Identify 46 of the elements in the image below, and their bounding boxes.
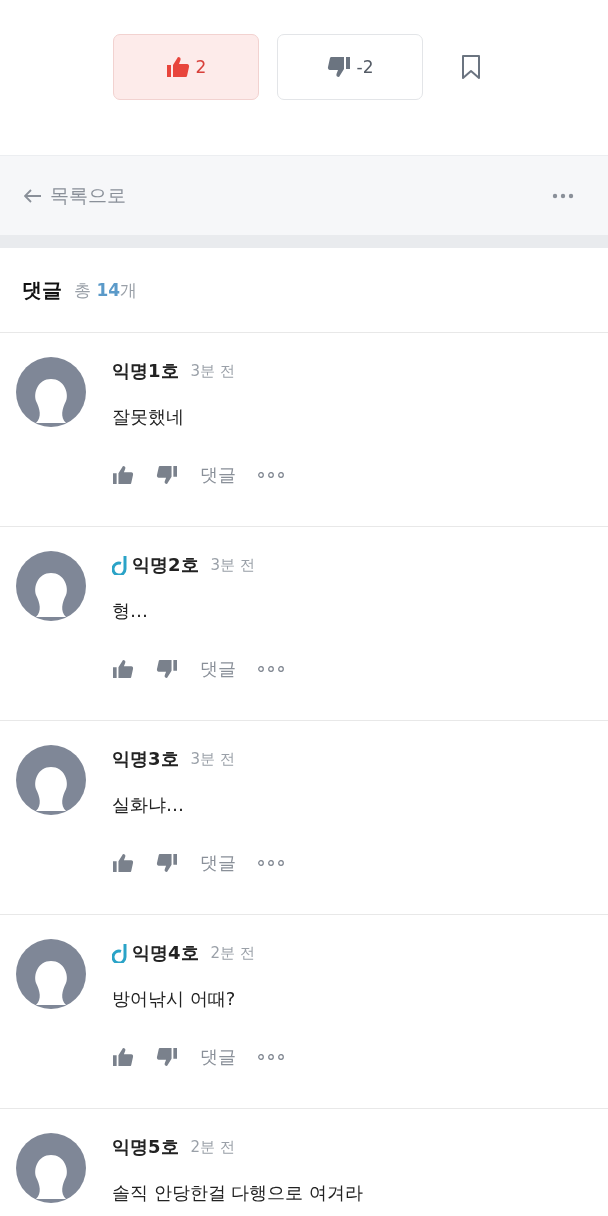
avatar-silhouette-icon xyxy=(16,939,86,1009)
comment-text: 형… xyxy=(112,599,149,623)
comment-time: 2분 전 xyxy=(210,943,255,963)
avatar-silhouette-icon xyxy=(16,1133,86,1203)
reply-button[interactable]: 댓글 xyxy=(200,851,236,875)
vote-button[interactable]: -2 xyxy=(277,34,423,100)
comment-text: 실화냐… xyxy=(112,793,185,817)
comment-author: 익명3호 xyxy=(112,747,179,771)
reply-button[interactable]: 댓글 xyxy=(200,657,236,681)
thumbs-down-icon[interactable] xyxy=(156,659,178,679)
thumbs-up-icon[interactable] xyxy=(112,853,134,873)
thumbs-up-icon xyxy=(165,56,190,78)
comment-author: 익명4호 xyxy=(132,941,199,965)
more-icon[interactable] xyxy=(258,860,284,866)
comment-count: 총 14개 xyxy=(74,278,138,302)
more-icon[interactable] xyxy=(552,192,574,199)
avatar-silhouette-icon xyxy=(16,357,86,427)
comment-text: 방어낚시 어때? xyxy=(112,987,237,1011)
comment-text: 잘못했네 xyxy=(112,405,185,429)
thumbs-up-icon[interactable] xyxy=(112,465,134,485)
comment-time: 3분 전 xyxy=(190,749,235,769)
avatar-silhouette-icon xyxy=(16,551,86,621)
comment-time: 3분 전 xyxy=(190,361,235,381)
comment-text: 솔직 안당한걸 다행으로 여겨라 xyxy=(112,1181,364,1205)
more-icon[interactable] xyxy=(258,666,284,672)
more-icon[interactable] xyxy=(258,1054,284,1060)
back-arrow-icon xyxy=(24,188,42,203)
comment-time: 3분 전 xyxy=(210,555,255,575)
reply-button[interactable]: 댓글 xyxy=(200,1045,236,1069)
comments-title: 댓글 xyxy=(22,276,62,304)
comment-author: 익명5호 xyxy=(112,1135,179,1159)
comment-author: 익명1호 xyxy=(112,359,179,383)
thumbs-up-icon[interactable] xyxy=(112,659,134,679)
thumbs-down-icon[interactable] xyxy=(156,465,178,485)
back-to-list-link[interactable]: 목록으로 xyxy=(24,182,126,209)
thumbs-down-icon xyxy=(326,56,351,78)
bookmark-icon[interactable] xyxy=(461,54,481,80)
comment-author: 익명2호 xyxy=(132,553,199,577)
comment-time: 2분 전 xyxy=(190,1137,235,1157)
thumbs-down-icon[interactable] xyxy=(156,853,178,873)
vote-button[interactable]: 2 xyxy=(113,34,259,100)
avatar-silhouette-icon xyxy=(16,745,86,815)
reply-button[interactable]: 댓글 xyxy=(200,463,236,487)
thumbs-up-icon[interactable] xyxy=(112,1047,134,1067)
more-icon[interactable] xyxy=(258,472,284,478)
thumbs-down-icon[interactable] xyxy=(156,1047,178,1067)
